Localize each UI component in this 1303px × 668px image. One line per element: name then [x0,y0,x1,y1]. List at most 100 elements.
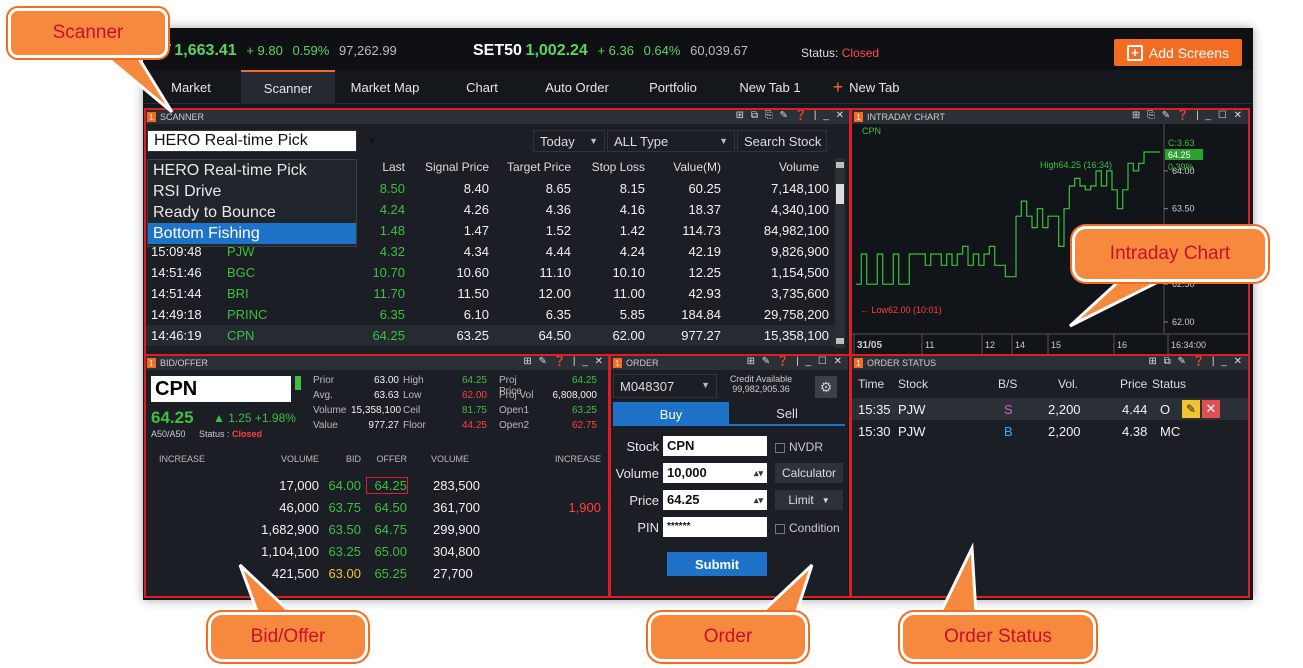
row-signal-price: 10.60 [456,265,489,280]
stat-value: 6,808,000 [552,390,598,401]
order-panel: 1 ORDER ⊞ ✎ ❓ | _ ☐ ✕ M048307 ▼ Credit A… [611,356,848,598]
panel-window-icons[interactable]: ⊞ ⧉ ⎘ ✎ ❓ | _ ✕ [736,110,846,121]
bid-price: 63.50 [328,522,361,537]
row-signal-price: 4.34 [463,244,489,259]
col-signal-price[interactable]: Signal Price [415,160,489,174]
condition-checkbox[interactable]: Condition [775,521,840,535]
panel-number: 1 [147,112,156,122]
set50-value: 1,002.24 [525,42,588,59]
scanner-select[interactable]: HERO Real-time Pick ▼ [147,130,376,152]
row-target-price: 4.36 [545,202,571,217]
row-value: 42.19 [688,244,721,259]
tab-portfolio[interactable]: Portfolio [625,70,721,104]
tab-market-map[interactable]: Market Map [335,70,435,104]
col-volume[interactable]: Volume [729,160,819,174]
col-value[interactable]: Value(M) [655,160,721,174]
panel-window-icons[interactable]: ⊞ ⧉ ✎ ❓ | _ ✕ [1148,356,1244,367]
tab-new-tab-1[interactable]: New Tab 1 [721,70,819,104]
scanner-scrollbar[interactable] [835,158,845,348]
credit-value: 99,982,905.36 [732,384,790,394]
row-value: 18.37 [688,202,721,217]
nvdr-label: NVDR [789,440,824,454]
edit-pencil-icon[interactable]: ✎ [1182,400,1200,418]
buy-label: Buy [659,406,683,422]
scroll-down-icon[interactable] [836,338,844,344]
add-screens-button[interactable]: + Add Screens [1114,39,1242,66]
scanner-row[interactable]: 14:46:19 CPN 64.25 63.25 64.50 62.00 977.27 15,… [145,325,835,346]
col-stop-loss[interactable]: Stop Loss [581,160,645,174]
stat-value: 63.00 [373,375,399,386]
checkbox-icon [775,442,785,453]
bidoffer-row[interactable]: 1,682,900 63.50 64.75 299,900 [145,518,609,540]
bidoffer-row[interactable]: 1,104,100 63.25 65.00 304,800 [145,540,609,562]
stepper-icon[interactable]: ▴▾ [754,490,763,510]
order-status-row[interactable]: 15:35 PJW S 2,200 4.44 O ✎ ✕ [852,398,1248,420]
scanner-row[interactable]: 14:51:44 BRI 11.70 11.50 12.00 11.00 42.93 3,73… [145,283,835,304]
scanner-option[interactable]: Ready to Bounce [148,202,356,223]
chart-change-badge: C:3.63 [1168,138,1195,148]
pin-input[interactable]: ****** [663,517,767,537]
orderstatus-panel-header: 1 ORDER STATUS ⊞ ⧉ ✎ ❓ | _ ✕ [852,356,1248,370]
bid-volume: 1,104,100 [261,544,319,559]
volume-input[interactable]: 10,000 ▴▾ [663,463,767,483]
row-stop-loss: 11.00 [613,286,645,301]
nvdr-checkbox[interactable]: NVDR [775,440,823,454]
scrollbar-thumb[interactable] [836,184,844,204]
stat-label: Ceil [403,405,421,416]
stock-input[interactable]: CPN [663,436,767,456]
row-signal-price: 11.50 [457,286,489,301]
stat-label: Open1 [499,405,530,416]
bidoffer-row[interactable]: 46,000 63.75 64.50 361,700 1,900 [145,496,609,518]
search-stock-input[interactable]: Search Stock [737,130,827,152]
stat-value: 63.63 [373,390,399,401]
col-target-price[interactable]: Target Price [497,160,571,174]
stat-value: 44.25 [461,420,487,431]
settings-gear-icon[interactable]: ⚙ [815,376,837,398]
price-input[interactable]: 64.25 ▴▾ [663,490,767,510]
limit-select[interactable]: Limit ▼ [775,490,843,510]
panel-window-icons[interactable]: ⊞ ⎘ ✎ ❓ | _ ☐ ✕ [1132,110,1244,121]
bidoffer-row[interactable]: 421,500 63.00 65.25 27,700 [145,562,609,584]
row-volume: 9,826,900 [771,244,829,259]
submit-button[interactable]: Submit [667,552,767,576]
period-value: Today [540,133,575,149]
stepper-icon[interactable]: ▴▾ [754,463,763,483]
stock-input-value: CPN [667,438,695,453]
tab-auto-order[interactable]: Auto Order [529,70,625,104]
scanner-option[interactable]: RSI Drive [148,181,356,202]
cancel-x-icon[interactable]: ✕ [1202,400,1220,418]
stat-value: 64.25 [571,375,597,386]
tab-scanner[interactable]: Scanner [241,70,335,104]
scanner-option-selected[interactable]: Bottom Fishing [148,223,356,244]
buy-tab[interactable]: Buy [613,402,729,426]
type-select[interactable]: ALL Type ▼ [607,130,735,152]
period-select[interactable]: Today ▼ [533,130,605,152]
last-price: 64.25 [151,408,194,427]
sell-tab[interactable]: Sell [729,402,845,426]
panel-window-icons[interactable]: ⊞ ✎ ❓ | _ ✕ [523,356,605,367]
stat-value: 15,358,100 [351,405,402,416]
stat-value: 63.25 [571,405,597,416]
scanner-option[interactable]: HERO Real-time Pick [148,160,356,181]
scanner-row[interactable]: 14:49:18 PRINC 6.35 6.10 6.35 5.85 184.84 29,75… [145,304,835,325]
account-select[interactable]: M048307 ▼ [613,374,717,398]
order-status-row[interactable]: 15:30 PJW B 2,200 4.38 MC [852,420,1248,442]
symbol-input[interactable]: CPN [151,376,291,402]
calculator-button[interactable]: Calculator [775,463,843,483]
col-last[interactable]: Last [365,160,405,174]
scanner-row[interactable]: 14:51:46 BGC 10.70 10.60 11.10 10.10 12.25 1,15… [145,262,835,283]
stat-label: Floor [403,420,426,431]
tab-market[interactable]: Market [151,70,231,104]
panel-window-icons[interactable]: ⊞ ✎ ❓ | _ ☐ ✕ [747,356,844,367]
scroll-up-icon[interactable] [836,162,844,168]
bidoffer-row[interactable]: 17,000 64.00 64.25 283,500 [145,474,609,496]
bid-price: 63.00 [328,566,361,581]
row-target-price: 64.50 [538,328,571,343]
row-stock: BRI [227,286,249,301]
row-value: 977.27 [681,328,721,343]
tab-add-new[interactable]: + New Tab [819,70,913,104]
stat-label: Open2 [499,420,530,431]
tab-chart[interactable]: Chart [435,70,529,104]
y-tick-label: 63.50 [1172,204,1195,214]
account-value: M048307 [620,378,675,394]
